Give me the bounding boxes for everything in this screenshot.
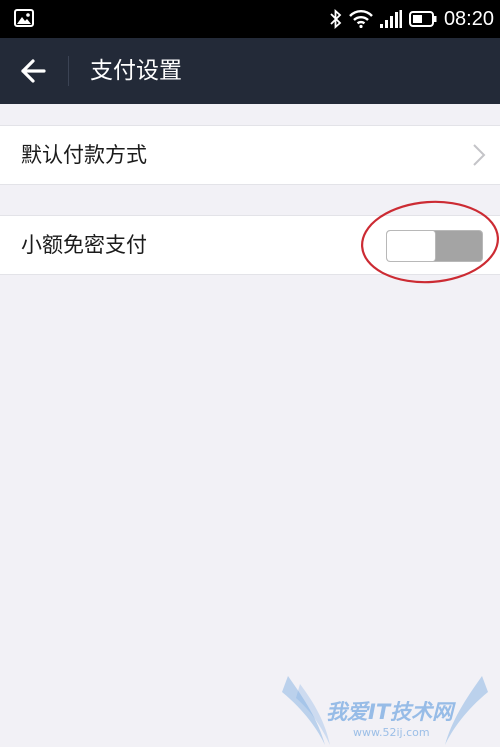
gallery-icon xyxy=(14,9,34,27)
default-payment-method-row[interactable]: 默认付款方式 xyxy=(0,125,500,185)
small-amount-free-pay-toggle[interactable] xyxy=(386,230,483,262)
status-bar: 08:20 xyxy=(0,0,500,38)
battery-icon xyxy=(408,11,437,27)
small-amount-free-pay-label: 小额免密支付 xyxy=(21,233,147,257)
back-button[interactable] xyxy=(14,52,52,90)
signal-icon xyxy=(379,10,402,28)
watermark-url: www.52ij.com xyxy=(353,726,430,739)
bluetooth-icon xyxy=(330,9,342,29)
watermark-text: 我爱IT技术网 xyxy=(326,700,454,724)
default-payment-method-label: 默认付款方式 xyxy=(21,143,147,167)
chevron-right-icon xyxy=(473,144,486,166)
status-time: 08:20 xyxy=(443,7,494,30)
toggle-knob xyxy=(387,231,436,261)
nav-bar: 支付设置 xyxy=(0,38,500,104)
nav-divider xyxy=(68,56,69,86)
small-amount-free-pay-row: 小额免密支付 xyxy=(0,215,500,275)
back-arrow-icon xyxy=(21,59,46,83)
page-title: 支付设置 xyxy=(90,58,182,84)
wifi-icon xyxy=(349,10,373,28)
